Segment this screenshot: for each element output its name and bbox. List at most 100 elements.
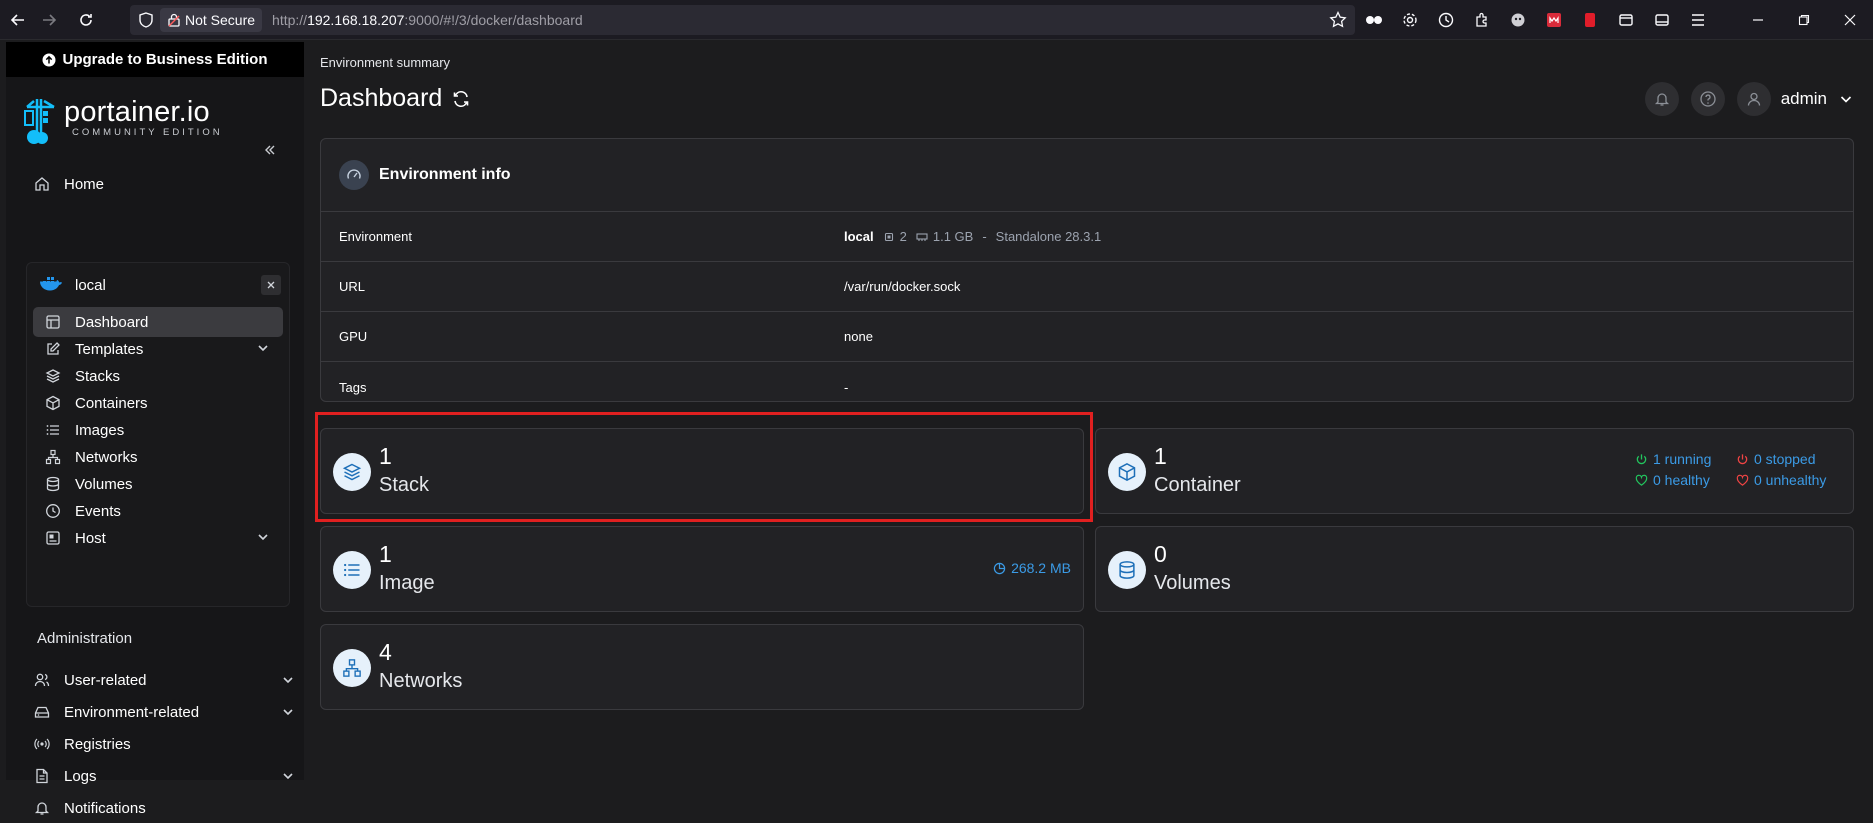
sidebar-item-home[interactable]: Home [34,169,104,199]
networks-stat-card[interactable]: 4 Networks [320,624,1084,710]
row-key: GPU [339,329,368,344]
sidebar-item-label: Dashboard [75,313,149,331]
networks-count: 4 [379,639,392,665]
highlight-annotation [315,412,1093,522]
database-icon [1108,551,1146,589]
row-key: URL [339,279,366,294]
address-bar[interactable]: Not Secure http://192.168.18.207:9000/#!… [130,5,1355,35]
edit-icon [47,342,60,355]
shield-icon [139,12,153,28]
chevron-down-icon[interactable] [282,706,294,718]
sidebar-item-notifications[interactable]: Notifications [34,793,294,823]
refresh-icon[interactable] [452,90,470,108]
network-icon [45,449,61,465]
cpu-icon [884,232,893,241]
sidebar-item-stacks[interactable]: Stacks [33,361,283,391]
unhealthy-status: 0 unhealthy [1736,472,1826,488]
sidebar-item-label: Networks [75,448,138,466]
minimize-icon[interactable] [1735,0,1781,40]
volumes-stat-card[interactable]: 0 Volumes [1095,526,1854,612]
env-row-environment: Environment local 2 1.1 GB - Standalone … [321,212,1853,262]
help-button[interactable] [1690,82,1725,116]
network-icon [333,649,371,687]
sidebar-item-images[interactable]: Images [33,415,283,445]
help-circle-icon [1700,91,1716,107]
layers-icon [45,369,61,383]
upgrade-banner[interactable]: Upgrade to Business Edition [6,42,304,77]
mask-icon[interactable] [1356,0,1392,40]
user-avatar[interactable] [1736,82,1771,116]
containers-stat-card[interactable]: 1 Container 1 running 0 stopped 0 health… [1095,428,1854,514]
sidebar-item-volumes[interactable]: Volumes [33,469,283,499]
sidebar-item-label: Host [75,529,106,547]
sidebar-toggle-icon[interactable] [1644,0,1680,40]
row-value: none [844,329,873,344]
portainer-logo[interactable]: portainer.io COMMUNITY EDITION [22,97,223,145]
close-environment-button[interactable] [261,275,281,295]
box-icon [46,395,60,411]
environment-header[interactable]: local [27,263,289,307]
docker-whale-icon [40,277,62,291]
images-size-value: 268.2 MB [1011,560,1071,576]
sidebar-item-templates[interactable]: Templates [33,334,283,364]
bookmark-star-icon[interactable] [1329,11,1347,29]
chevron-down-icon[interactable] [282,770,294,782]
networks-label: Networks [379,670,463,692]
images-stat-card[interactable]: 1 Image 268.2 MB [320,526,1084,612]
sidebar-item-label: Images [75,421,125,439]
power-icon [1737,453,1748,464]
chevron-down-icon[interactable] [257,531,269,543]
reload-button[interactable] [68,0,104,40]
not-secure-label: Not Secure [185,12,256,28]
dashboard-icon [46,315,60,329]
phone-extension-icon[interactable] [1572,0,1608,40]
page-title: Dashboard [320,84,470,113]
sidebar-item-networks[interactable]: Networks [33,442,283,472]
sidebar-item-environment-related[interactable]: Environment-related [34,697,294,727]
sidebar-item-logs[interactable]: Logs [34,761,294,791]
list-icon [46,425,59,435]
chevron-down-icon[interactable] [1839,92,1853,106]
unhealthy-count: 0 unhealthy [1754,472,1827,488]
close-window-icon[interactable] [1827,0,1873,40]
containers-count: 1 [1154,443,1167,469]
database-icon [46,476,60,492]
gear-icon[interactable] [1392,0,1428,40]
window-controls [1735,0,1873,40]
sidebar-item-label: Home [64,175,105,193]
container-tab-icon[interactable] [1608,0,1644,40]
red-extension-icon[interactable] [1536,0,1572,40]
restore-icon[interactable] [1781,0,1827,40]
users-icon [34,673,50,687]
forward-button[interactable] [31,0,67,40]
environment-panel: local Dashboard Templates Stacks Contain… [26,262,290,607]
collapse-sidebar-icon[interactable] [258,138,282,162]
lock-warning-icon [168,13,180,27]
puzzle-icon[interactable] [1464,0,1500,40]
history-icon[interactable] [1428,0,1464,40]
heart-icon [1736,474,1749,486]
sidebar-item-label: Containers [75,394,148,412]
engine-version: Standalone 28.3.1 [995,229,1102,244]
sidebar-item-containers[interactable]: Containers [33,388,283,418]
ghost-extension-icon[interactable] [1500,0,1536,40]
sidebar-item-events[interactable]: Events [33,496,283,526]
sidebar-item-registries[interactable]: Registries [34,729,294,759]
not-secure-badge[interactable]: Not Secure [160,8,263,32]
url-text: http://192.168.18.207:9000/#!/3/docker/d… [272,12,583,28]
menu-icon[interactable] [1680,0,1716,40]
sidebar-item-dashboard[interactable]: Dashboard [33,307,283,337]
sidebar-item-user-related[interactable]: User-related [34,665,294,695]
chevron-down-icon[interactable] [282,674,294,686]
logo-edition: COMMUNITY EDITION [72,127,223,138]
row-key: Environment [339,229,412,244]
notifications-button[interactable] [1644,82,1679,116]
logo-wordmark: portainer.io [64,96,210,128]
sidebar-item-label: Volumes [75,475,133,493]
containers-label: Container [1154,474,1241,496]
chevron-down-icon[interactable] [257,342,269,354]
username-label[interactable]: admin [1781,89,1827,109]
user-icon [1747,92,1760,106]
images-size: 268.2 MB [993,560,1071,576]
sidebar-item-host[interactable]: Host [33,523,283,553]
